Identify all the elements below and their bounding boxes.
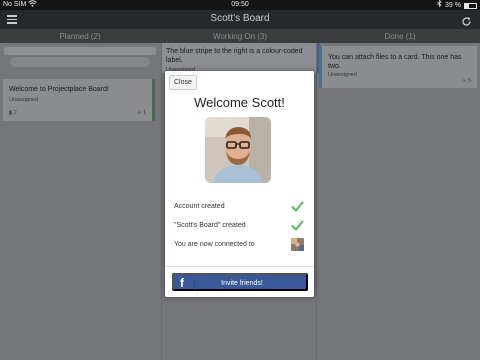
- column-planned: Welcome to Projectplace Board! Unassigne…: [0, 43, 160, 360]
- card-colour-label[interactable]: The blue stripe to the right is a colour…: [162, 43, 320, 73]
- card-attach-files[interactable]: You can attach files to a card. This one…: [319, 46, 477, 88]
- paperclip-icon: ∞: [137, 110, 142, 116]
- close-button[interactable]: Close: [169, 75, 197, 90]
- check-icon: [291, 200, 304, 213]
- attachment-count: ∞ 1: [137, 110, 146, 116]
- board-title: Scott's Board: [210, 13, 270, 24]
- step-board-created: "Scott's Board" created: [165, 216, 314, 236]
- column-header-planned[interactable]: Planned (2): [0, 32, 160, 41]
- clock: 09:50: [231, 1, 249, 8]
- card-assignee: Unassigned: [9, 97, 39, 103]
- step-label: Account created: [174, 203, 225, 210]
- status-bar: No SIM 09:50 39 %: [0, 0, 480, 10]
- card-placeholder: [10, 57, 150, 67]
- step-label: You are now connected to: [174, 241, 255, 248]
- card-title: Welcome to Projectplace Board!: [9, 86, 109, 93]
- comment-count-value: 2: [13, 110, 17, 116]
- avatar: [205, 117, 271, 183]
- step-label: "Scott's Board" created: [174, 222, 246, 229]
- app-header: Scott's Board: [0, 10, 480, 29]
- step-account-created: Account created: [165, 197, 314, 217]
- invite-friends-button[interactable]: f Invite friends!: [172, 273, 308, 291]
- attachment-count-value: 5: [467, 78, 471, 84]
- app-screen: No SIM 09:50 39 % Scott's Board Planned …: [0, 0, 480, 360]
- paperclip-icon: ∞: [462, 78, 467, 84]
- welcome-dialog: Close Welcome Scott! Account created "Sc…: [165, 71, 314, 297]
- column-header-done[interactable]: Done (1): [320, 32, 480, 41]
- column-header-working-on[interactable]: Working On (3): [160, 32, 320, 41]
- card-placeholder: [4, 47, 156, 55]
- card-title: You can attach files to a card. This one…: [328, 54, 462, 70]
- step-connected: You are now connected to: [165, 235, 314, 255]
- attachment-count-value: 1: [142, 110, 146, 116]
- column-done: You can attach files to a card. This one…: [316, 43, 480, 360]
- comment-icon: ▮: [9, 110, 13, 116]
- card-assignee: Unassigned: [328, 72, 358, 78]
- card-title: The blue stripe to the right is a colour…: [166, 48, 303, 64]
- refresh-icon[interactable]: [461, 14, 472, 26]
- connection-thumbnail-icon: [291, 238, 304, 251]
- divider: [165, 266, 314, 267]
- comment-count: ▮ 2: [9, 110, 17, 116]
- battery-icon: [464, 2, 477, 9]
- dialog-title: Welcome Scott!: [194, 95, 285, 110]
- invite-label: Invite friends!: [221, 280, 263, 287]
- attachment-count: ∞ 5: [462, 78, 471, 84]
- card-welcome[interactable]: Welcome to Projectplace Board! Unassigne…: [3, 79, 155, 121]
- battery-percent: 39 %: [445, 1, 461, 9]
- check-icon: [291, 219, 304, 232]
- column-headers: Planned (2) Working On (3) Done (1): [0, 29, 480, 43]
